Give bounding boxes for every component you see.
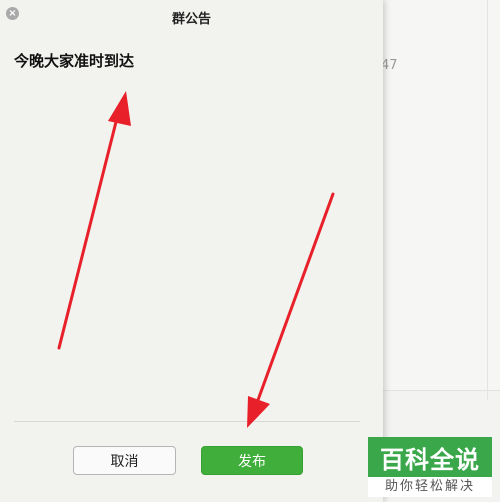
group-notice-dialog: × 群公告 今晚大家准时到达 取消 发布: [0, 0, 383, 502]
notice-text-area[interactable]: 今晚大家准时到达: [14, 50, 364, 71]
background-window: [383, 0, 500, 502]
watermark-subtitle: 助你轻松解决: [384, 479, 475, 494]
dialog-titlebar: × 群公告: [0, 0, 383, 34]
background-panel: [383, 0, 500, 391]
watermark-title: 百科全说: [368, 437, 492, 477]
watermark-logo: 百科全说 助你轻松解决: [368, 437, 492, 497]
background-text-fragment: 47: [381, 58, 398, 73]
dialog-title: 群公告: [171, 12, 211, 27]
cancel-button[interactable]: 取消: [73, 446, 176, 475]
divider: [14, 421, 360, 422]
background-separator: [487, 0, 488, 400]
publish-button[interactable]: 发布: [201, 446, 303, 475]
